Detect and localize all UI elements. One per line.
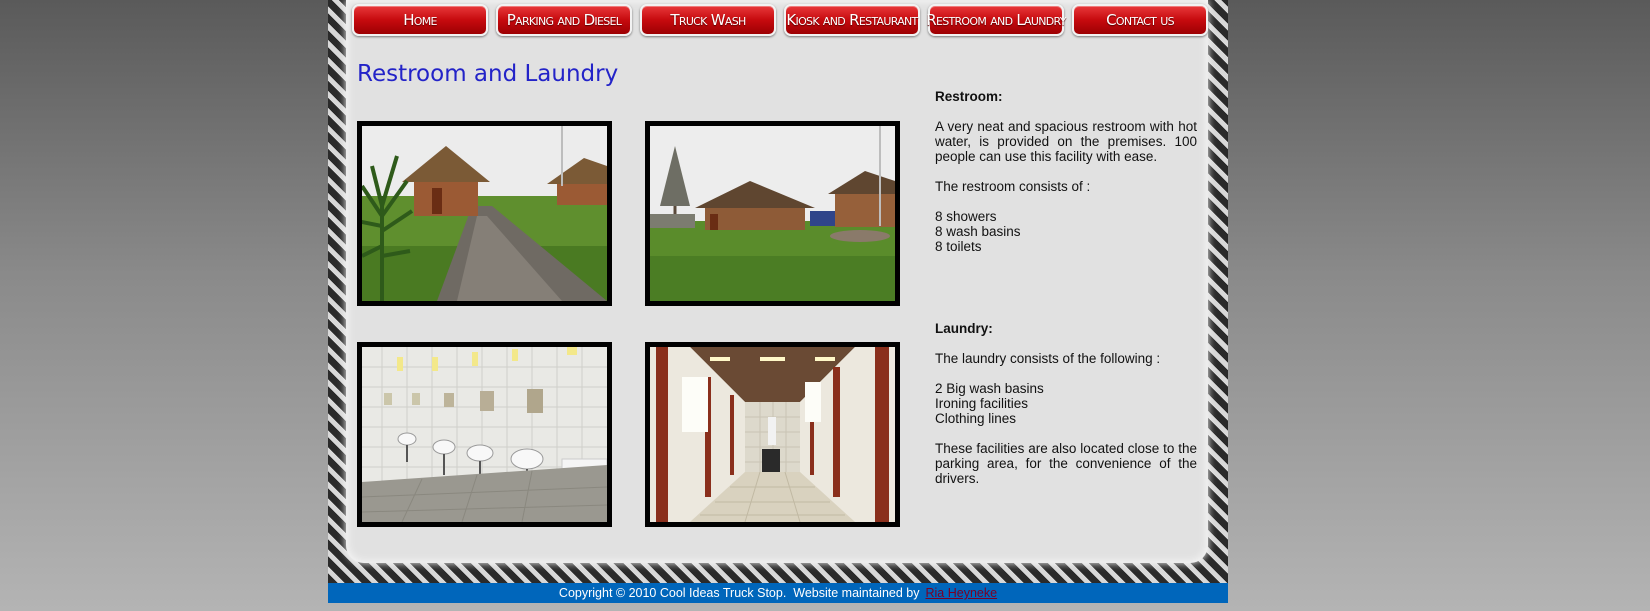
restroom-item: 8 toilets (935, 239, 982, 254)
nav-parking-and-diesel[interactable]: Parking and Diesel (496, 4, 632, 36)
photo-restroom-wash-basins (357, 342, 612, 527)
nav-contact-us[interactable]: Contact us (1072, 4, 1208, 36)
restroom-intro: A very neat and spacious restroom with h… (935, 119, 1197, 164)
nav-kiosk-and-restaurant[interactable]: Kiosk and Restaurant (784, 4, 920, 36)
photo-restroom-huts-path (357, 121, 612, 306)
footer-maintainer-link[interactable]: Ria Heyneke (925, 586, 997, 600)
restroom-consists: The restroom consists of : (935, 179, 1091, 194)
footer: Copyright © 2010 Cool Ideas Truck Stop. … (328, 583, 1228, 603)
laundry-item: 2 Big wash basins (935, 381, 1044, 396)
nav-restroom-and-laundry[interactable]: Restroom and Laundry (926, 4, 1066, 36)
laundry-item: Ironing facilities (935, 396, 1029, 411)
laundry-item: Clothing lines (935, 411, 1017, 426)
nav-home[interactable]: Home (352, 4, 488, 36)
laundry-heading: Laundry: (935, 321, 993, 336)
restroom-item: 8 showers (935, 209, 997, 224)
page-title: Restroom and Laundry (357, 61, 619, 87)
photo-restroom-corridor (645, 342, 900, 527)
footer-copyright: Copyright © 2010 Cool Ideas Truck Stop. … (558, 586, 920, 600)
photo-restroom-huts-lawn (645, 121, 900, 306)
laundry-note: These facilities are also located close … (935, 441, 1197, 486)
laundry-consists: The laundry consists of the following : (935, 351, 1161, 366)
facility-description: Restroom: A very neat and spacious restr… (935, 89, 1197, 486)
restroom-item: 8 wash basins (935, 224, 1021, 239)
restroom-heading: Restroom: (935, 89, 1003, 104)
nav-truck-wash[interactable]: Truck Wash (640, 4, 776, 36)
